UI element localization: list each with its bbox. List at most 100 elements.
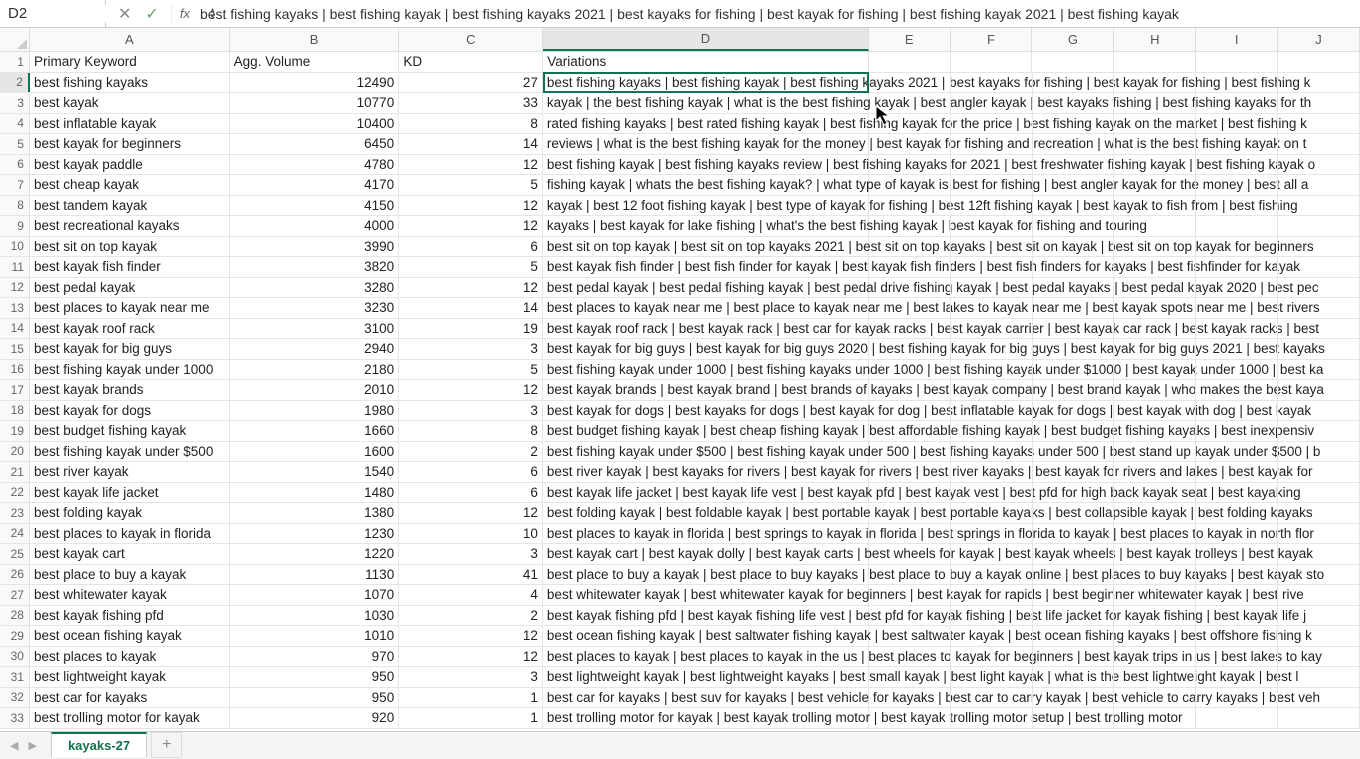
row-header-26[interactable]: 26	[0, 565, 30, 585]
cell-F17[interactable]	[951, 380, 1033, 400]
cell-J14[interactable]	[1278, 319, 1360, 339]
cell-H5[interactable]	[1114, 134, 1196, 154]
cell-B32[interactable]: 950	[230, 688, 400, 708]
cell-A11[interactable]: best kayak fish finder	[30, 257, 230, 277]
cell-H13[interactable]	[1114, 298, 1196, 318]
row-header-6[interactable]: 6	[0, 155, 30, 175]
cell-I32[interactable]	[1196, 688, 1278, 708]
row-header-19[interactable]: 19	[0, 421, 30, 441]
cell-D30[interactable]: best places to kayak | best places to ka…	[543, 647, 869, 667]
cell-C30[interactable]: 12	[399, 647, 543, 667]
cell-I17[interactable]	[1196, 380, 1278, 400]
cell-G19[interactable]	[1033, 421, 1115, 441]
cell-E13[interactable]	[869, 298, 951, 318]
cell-D17[interactable]: best kayak brands | best kayak brand | b…	[543, 380, 869, 400]
cell-H14[interactable]	[1114, 319, 1196, 339]
cell-I23[interactable]	[1196, 503, 1278, 523]
cell-B20[interactable]: 1600	[230, 442, 400, 462]
cell-G21[interactable]	[1033, 462, 1115, 482]
cell-A2[interactable]: best fishing kayaks	[30, 73, 230, 93]
cell-J12[interactable]	[1278, 278, 1360, 298]
cell-F29[interactable]	[951, 626, 1033, 646]
cell-B17[interactable]: 2010	[230, 380, 400, 400]
cell-I9[interactable]	[1196, 216, 1278, 236]
cell-B4[interactable]: 10400	[230, 114, 400, 134]
cell-F18[interactable]	[951, 401, 1033, 421]
cell-E24[interactable]	[869, 524, 951, 544]
cell-F15[interactable]	[951, 339, 1033, 359]
cell-J22[interactable]	[1278, 483, 1360, 503]
cell-D1[interactable]: Variations	[543, 52, 869, 72]
cell-E2[interactable]	[869, 73, 951, 93]
row-header-33[interactable]: 33	[0, 708, 30, 728]
cell-E32[interactable]	[869, 688, 951, 708]
cell-H9[interactable]	[1114, 216, 1196, 236]
cell-B1[interactable]: Agg. Volume	[230, 52, 400, 72]
cell-F14[interactable]	[951, 319, 1033, 339]
cell-G28[interactable]	[1033, 606, 1115, 626]
cell-A3[interactable]: best kayak	[30, 93, 230, 113]
cell-H27[interactable]	[1114, 585, 1196, 605]
cell-E26[interactable]	[869, 565, 951, 585]
cell-G1[interactable]	[1032, 52, 1114, 72]
cell-F28[interactable]	[951, 606, 1033, 626]
cell-G30[interactable]	[1033, 647, 1115, 667]
cell-J21[interactable]	[1278, 462, 1360, 482]
cell-E21[interactable]	[869, 462, 951, 482]
cell-A25[interactable]: best kayak cart	[30, 544, 230, 564]
cell-B33[interactable]: 920	[230, 708, 400, 728]
cell-F24[interactable]	[951, 524, 1033, 544]
cell-J3[interactable]	[1278, 93, 1360, 113]
cell-F20[interactable]	[951, 442, 1033, 462]
cell-F22[interactable]	[951, 483, 1033, 503]
cell-A23[interactable]: best folding kayak	[30, 503, 230, 523]
cell-A4[interactable]: best inflatable kayak	[30, 114, 230, 134]
cell-H16[interactable]	[1114, 360, 1196, 380]
cell-A20[interactable]: best fishing kayak under $500	[30, 442, 230, 462]
cell-D27[interactable]: best whitewater kayak | best whitewater …	[543, 585, 869, 605]
cell-A18[interactable]: best kayak for dogs	[30, 401, 230, 421]
fx-icon[interactable]: fx	[172, 6, 200, 21]
cell-J32[interactable]	[1278, 688, 1360, 708]
cell-G31[interactable]	[1033, 667, 1115, 687]
cell-B23[interactable]: 1380	[230, 503, 400, 523]
cell-A28[interactable]: best kayak fishing pfd	[30, 606, 230, 626]
cell-F11[interactable]	[951, 257, 1033, 277]
cell-D12[interactable]: best pedal kayak | best pedal fishing ka…	[543, 278, 869, 298]
cell-H4[interactable]	[1114, 114, 1196, 134]
cell-J26[interactable]	[1278, 565, 1360, 585]
col-header-A[interactable]: A	[30, 28, 230, 51]
accept-icon[interactable]: ✓	[145, 4, 158, 24]
cell-F12[interactable]	[951, 278, 1033, 298]
cell-C26[interactable]: 41	[399, 565, 543, 585]
col-header-E[interactable]: E	[869, 28, 951, 51]
cell-J25[interactable]	[1278, 544, 1360, 564]
cell-C28[interactable]: 2	[399, 606, 543, 626]
cell-J17[interactable]	[1278, 380, 1360, 400]
row-header-13[interactable]: 13	[0, 298, 30, 318]
cell-I7[interactable]	[1196, 175, 1278, 195]
cell-J23[interactable]	[1278, 503, 1360, 523]
cell-I1[interactable]	[1196, 52, 1278, 72]
cell-D33[interactable]: best trolling motor for kayak | best kay…	[543, 708, 869, 728]
cell-F33[interactable]	[951, 708, 1033, 728]
cell-B27[interactable]: 1070	[230, 585, 400, 605]
cell-D8[interactable]: kayak | best 12 foot fishing kayak | bes…	[543, 196, 869, 216]
cell-H11[interactable]	[1114, 257, 1196, 277]
cell-A17[interactable]: best kayak brands	[30, 380, 230, 400]
cell-H20[interactable]	[1114, 442, 1196, 462]
cell-I30[interactable]	[1196, 647, 1278, 667]
cell-I31[interactable]	[1196, 667, 1278, 687]
cell-C13[interactable]: 14	[399, 298, 543, 318]
cell-A21[interactable]: best river kayak	[30, 462, 230, 482]
cell-A29[interactable]: best ocean fishing kayak	[30, 626, 230, 646]
cell-D29[interactable]: best ocean fishing kayak | best saltwate…	[543, 626, 869, 646]
cell-B5[interactable]: 6450	[230, 134, 400, 154]
cell-C14[interactable]: 19	[399, 319, 543, 339]
cell-J8[interactable]	[1278, 196, 1360, 216]
cell-J9[interactable]	[1278, 216, 1360, 236]
cell-I11[interactable]	[1196, 257, 1278, 277]
cell-F9[interactable]	[951, 216, 1033, 236]
cell-F1[interactable]	[951, 52, 1033, 72]
cell-H7[interactable]	[1114, 175, 1196, 195]
